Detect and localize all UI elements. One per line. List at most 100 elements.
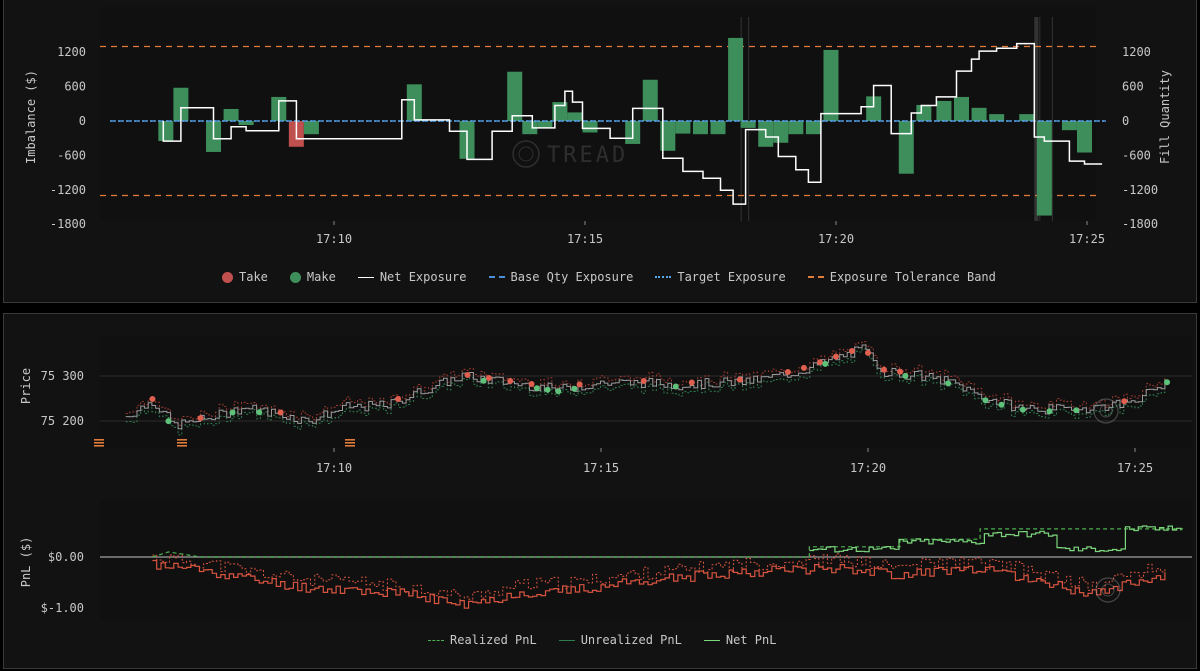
exposure-panel: TREAD 1200 1200 600 600 0 0 -600 -600 -1200 -1200 -… [3, 0, 1197, 303]
right-y-tick-0: 1200 [1122, 45, 1151, 59]
fill-bar-14 [567, 112, 583, 121]
take-fill-marker-17 [865, 349, 871, 356]
take-fill-marker-0 [149, 395, 156, 402]
take-fill-marker-12 [784, 368, 791, 375]
fill-bar-19 [675, 121, 691, 134]
make-fill-marker-17 [1164, 379, 1171, 386]
fill-bar-22 [728, 37, 744, 121]
price-pnl-panel: 75 300 75 200 Price 17:10 17:15 17:20 17:25 $0.… [3, 313, 1197, 669]
order-marker-bar-0-0 [94, 439, 104, 441]
price-x-tick-label-3: 17:25 [1117, 461, 1153, 475]
make-fill-marker-11 [945, 380, 952, 387]
make-fill-marker-0 [165, 418, 172, 425]
fill-bar-15 [582, 121, 598, 133]
make-fill-marker-6 [555, 388, 562, 395]
order-marker-bar-0-1 [94, 442, 104, 444]
legend-base-qty[interactable]: Base Qty Exposure [488, 270, 633, 284]
fill-bar-12 [537, 121, 553, 128]
legend-tolerance-label: Exposure Tolerance Band [829, 270, 996, 284]
pnl-y-tick-0: $0.00 [48, 550, 84, 564]
legend-target[interactable]: Target Exposure [655, 270, 786, 284]
fill-bar-7 [303, 121, 319, 135]
make-fill-marker-16 [1073, 407, 1080, 414]
order-marker-icon-2 [345, 439, 355, 447]
make-fill-marker-2 [256, 409, 263, 416]
legend-realized-pnl-label: Realized PnL [450, 633, 537, 647]
x-tick-label-0: 17:10 [316, 232, 352, 246]
legend-tolerance[interactable]: Exposure Tolerance Band [807, 270, 996, 284]
make-fill-marker-14 [1019, 406, 1026, 413]
take-fill-marker-2 [277, 409, 284, 416]
x-tick-label-1: 17:15 [567, 232, 603, 246]
fill-bar-26 [788, 121, 804, 135]
fill-bar-32 [936, 100, 952, 121]
legend-unrealized-pnl[interactable]: Unrealized PnL [558, 633, 682, 647]
price-x-tick-label-0: 17:10 [316, 461, 352, 475]
take-fill-marker-20 [1121, 398, 1128, 405]
make-fill-marker-5 [544, 386, 551, 393]
fill-bar-10 [507, 71, 523, 121]
left-y-tick-1: 600 [64, 80, 86, 94]
left-y-tick-3: -600 [57, 148, 86, 162]
take-fill-marker-14 [816, 359, 823, 366]
legend-net-exposure-label: Net Exposure [379, 270, 467, 284]
price-plot-area [100, 336, 1192, 448]
right-y-tick-1: 600 [1122, 80, 1144, 94]
session-marker-4 [1051, 17, 1053, 221]
exposure-chart: TREAD 1200 1200 600 600 0 0 -600 -600 -1200 -1200 -… [24, 7, 1172, 246]
take-fill-marker-7 [528, 380, 535, 387]
legend-make-label: Make [306, 270, 336, 284]
make-fill-marker-8 [672, 383, 679, 390]
price-x-tick-label-1: 17:15 [583, 461, 619, 475]
make-fill-marker-7 [571, 385, 578, 392]
x-tick-label-2: 17:20 [818, 232, 854, 246]
fill-bar-25 [773, 121, 789, 143]
make-fill-marker-4 [533, 385, 540, 392]
left-y-tick-5: -1800 [50, 217, 86, 231]
legend-net-pnl[interactable]: Net PnL [703, 633, 776, 647]
legend-take-label: Take [239, 270, 268, 284]
legend-make[interactable]: Make [289, 270, 336, 284]
fill-bar-39 [1076, 121, 1092, 153]
right-y-tick-3: -600 [1122, 148, 1151, 162]
take-fill-marker-8 [576, 381, 583, 388]
fill-bar-28 [823, 49, 839, 122]
fill-bar-17 [642, 79, 658, 121]
order-marker-icon-0 [94, 439, 104, 447]
fill-bar-0 [158, 121, 174, 142]
take-fill-marker-3 [395, 395, 402, 402]
make-fill-marker-1 [229, 409, 236, 416]
make-fill-marker-13 [998, 401, 1005, 408]
take-fill-marker-16 [848, 347, 855, 354]
pnl-plot-area [100, 499, 1192, 619]
take-fill-marker-1 [197, 415, 204, 422]
order-marker-bar-2-1 [345, 442, 355, 444]
order-marker-bar-2-0 [345, 439, 355, 441]
fill-bar-3 [223, 108, 239, 121]
take-fill-marker-9 [640, 377, 647, 384]
take-fill-marker-19 [897, 368, 904, 375]
order-marker-bar-1-2 [177, 445, 187, 447]
take-fill-marker-18 [881, 366, 888, 373]
session-marker-1 [748, 17, 750, 221]
exposure-legend: Take Make Net Exposure Base Qty Exposure… [222, 270, 996, 284]
legend-realized-pnl[interactable]: Realized PnL [428, 633, 537, 647]
pnl-y-axis-label: PnL ($) [19, 537, 33, 588]
legend-take[interactable]: Take [222, 270, 268, 284]
fill-bar-38 [1061, 121, 1077, 131]
left-y-tick-4: -1200 [50, 183, 86, 197]
right-y-axis-label: Fill Quantity [1158, 70, 1172, 164]
fill-bar-20 [692, 121, 708, 135]
legend-target-label: Target Exposure [677, 270, 786, 284]
price-pnl-chart: 75 300 75 200 Price 17:10 17:15 17:20 17:25 $0.… [19, 336, 1192, 619]
order-marker-bar-2-2 [345, 445, 355, 447]
fill-bar-34 [971, 107, 987, 121]
take-fill-marker-10 [688, 379, 695, 386]
make-fill-marker-15 [1046, 408, 1053, 415]
fill-bar-37 [1036, 121, 1052, 216]
pnl-legend: Realized PnL Unrealized PnL Net PnL [428, 633, 776, 647]
order-marker-bar-0-2 [94, 445, 104, 447]
legend-net-exposure[interactable]: Net Exposure [357, 270, 467, 284]
price-y-tick-1: 75 200 [41, 414, 84, 428]
order-marker-bar-1-0 [177, 439, 187, 441]
